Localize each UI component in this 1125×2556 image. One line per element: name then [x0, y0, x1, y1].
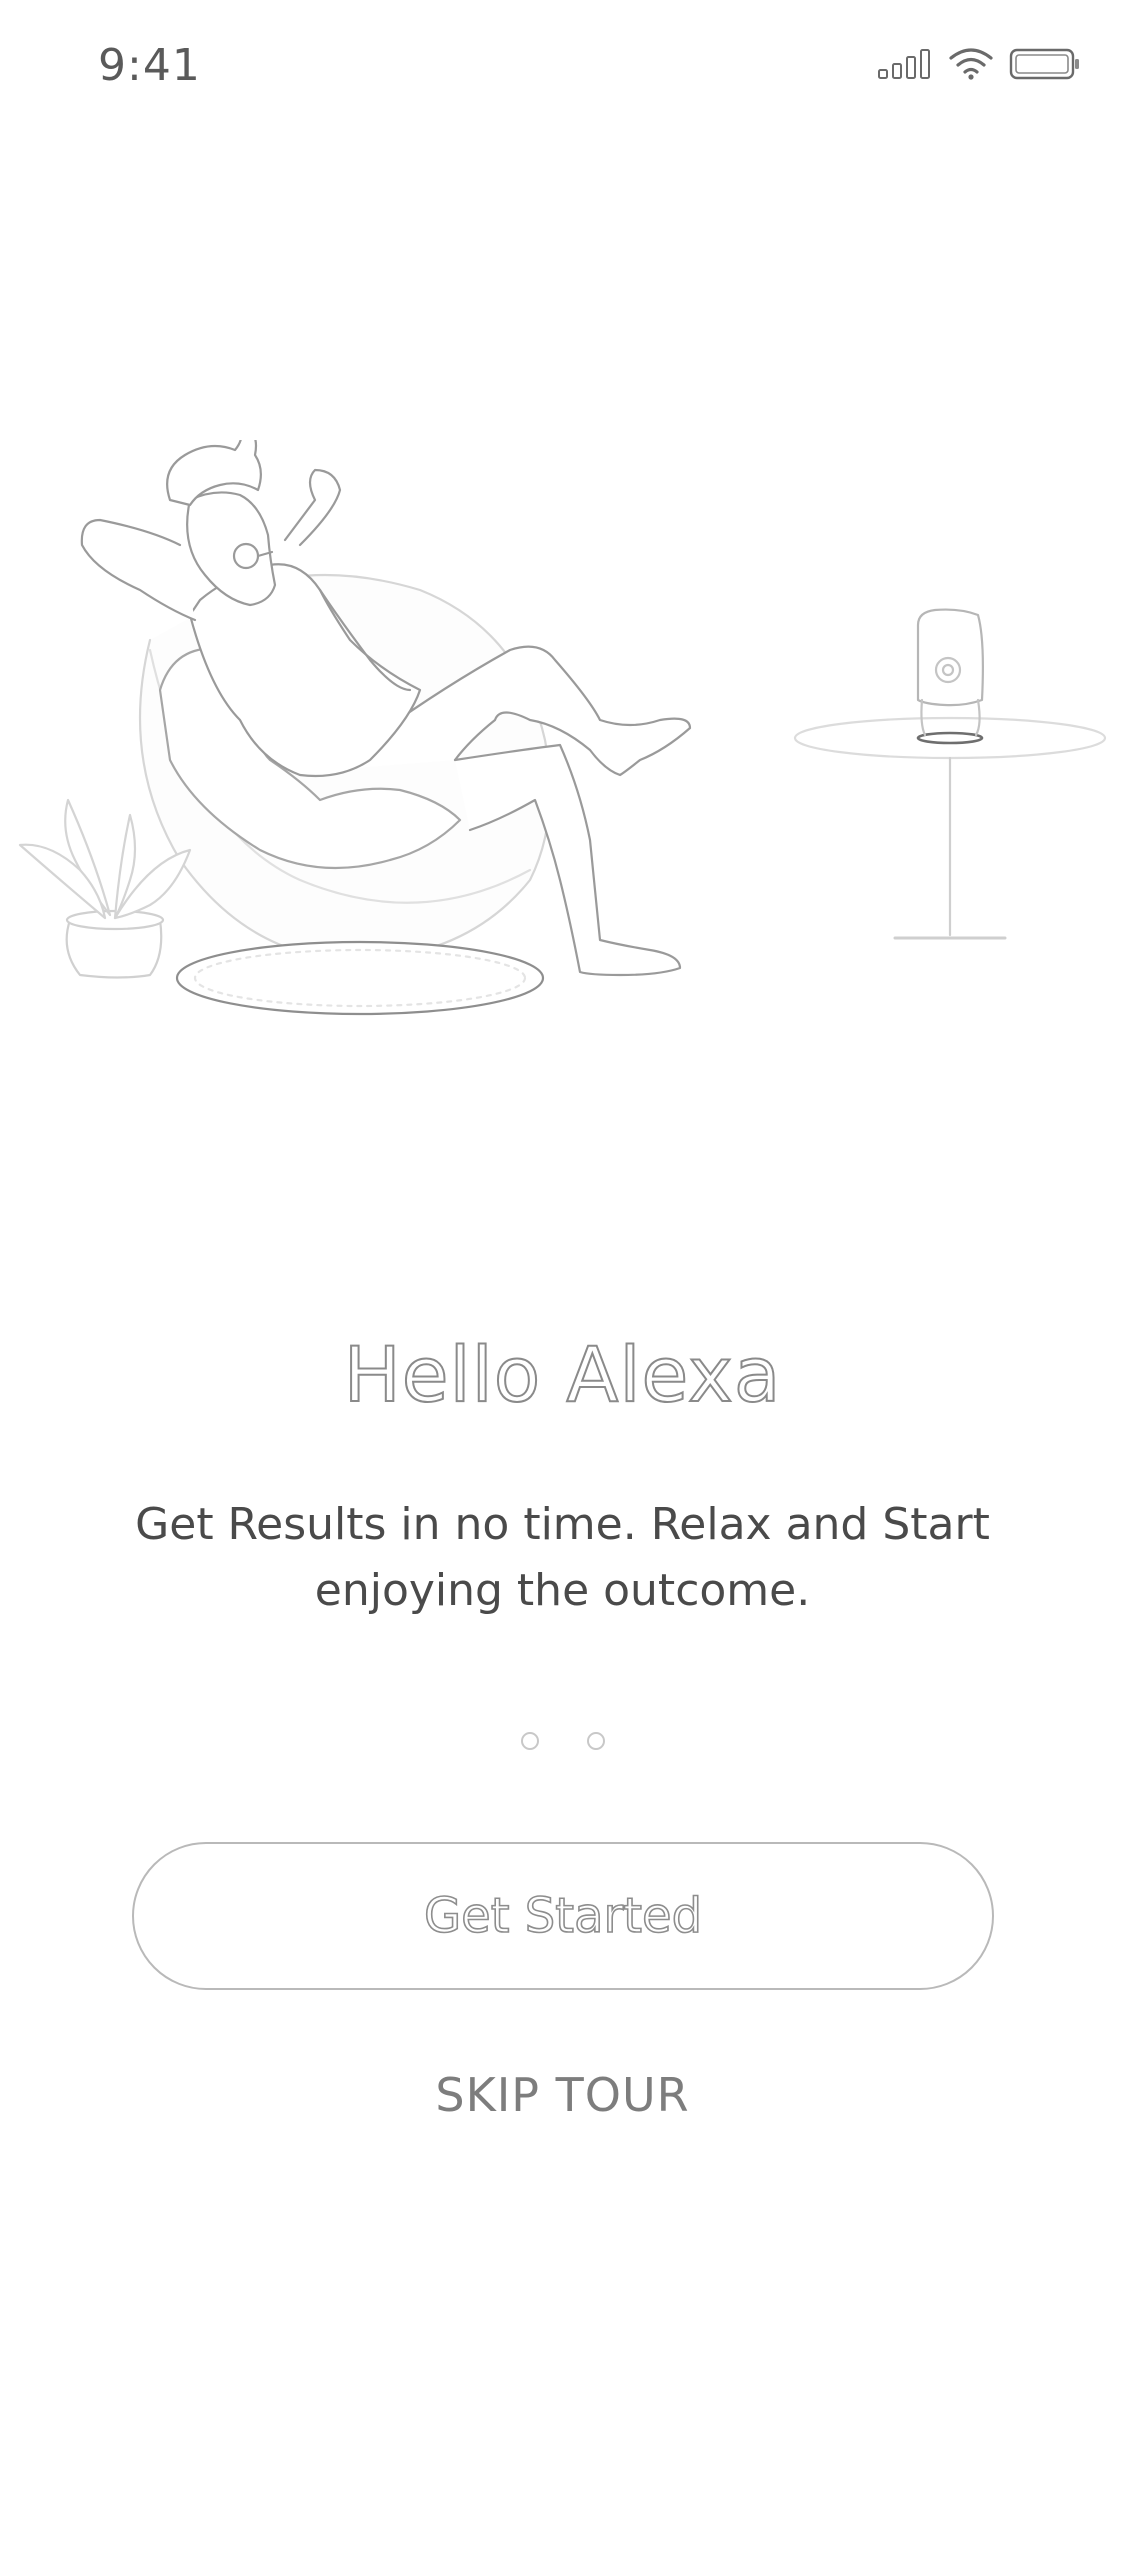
wifi-icon	[949, 48, 993, 80]
status-bar: 9:41	[0, 0, 1125, 140]
illustration	[18, 440, 1107, 1016]
side-table	[793, 608, 1107, 940]
get-started-label: Get Started	[423, 1887, 703, 1945]
page-indicator	[0, 1732, 1125, 1750]
battery-icon	[1009, 48, 1079, 80]
page-dot-1[interactable]	[520, 1732, 539, 1750]
status-time: 9:41	[98, 40, 201, 91]
status-icons	[877, 46, 1081, 82]
page-dot-2[interactable]	[586, 1732, 605, 1750]
get-started-button[interactable]: Get Started	[132, 1842, 994, 1990]
onboarding-subtitle: Get Results in no time. Relax and Start …	[135, 1499, 990, 1616]
skip-tour-button[interactable]: SKIP TOUR	[0, 2068, 1125, 2122]
cellular-signal-icon	[878, 49, 930, 79]
rug	[175, 940, 545, 1016]
onboarding-title: Hello Alexa	[343, 1329, 782, 1420]
